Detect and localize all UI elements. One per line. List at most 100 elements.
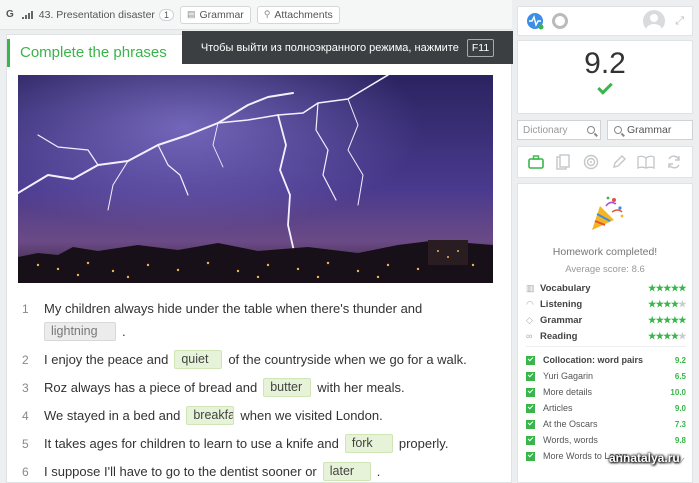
divider — [526, 346, 686, 347]
briefcase-icon[interactable] — [527, 153, 545, 171]
pulse-icon[interactable] — [526, 12, 544, 30]
refresh-icon[interactable] — [665, 153, 683, 171]
checkbox-checked-icon — [526, 355, 535, 365]
grad-cap-icon: ◇ — [526, 314, 533, 325]
skill-row: ◇ Grammar ★★★★★ — [526, 313, 686, 327]
skill-stars: ★★★★★ — [648, 314, 686, 325]
exercise-item: 6 I suppose I'll have to go to the denti… — [22, 462, 380, 481]
skill-stars: ★★★★★ — [648, 330, 686, 341]
book-icon[interactable] — [637, 153, 656, 171]
exercise-item: 1 My children always hide under the tabl… — [22, 301, 422, 316]
task-score: 7.3 — [674, 419, 686, 429]
site-watermark: annatalya.ru — [609, 451, 680, 465]
homework-panel: Homework completed! Average score: 8.6 ▥… — [517, 183, 693, 483]
lesson-title: 43. Presentation disaster — [38, 8, 155, 21]
average-score: Average score: 8.6 — [565, 264, 645, 275]
item-text-after: . — [122, 324, 126, 339]
item-number: 6 — [22, 464, 29, 479]
item-text-before: It takes ages for children to learn to u… — [44, 436, 339, 451]
signal-icon — [21, 10, 33, 19]
task-row[interactable]: At the Oscars 7.3 — [526, 417, 686, 431]
network-label: G — [6, 9, 14, 20]
task-row[interactable]: More details 10.0 — [526, 385, 686, 399]
pencil-icon[interactable] — [610, 153, 628, 171]
item-number: 2 — [22, 352, 29, 367]
skill-row: ▥ Vocabulary ★★★★★ — [526, 281, 686, 295]
item-number: 4 — [22, 408, 29, 423]
item-text-before: My children always hide under the table … — [44, 301, 423, 316]
grammar-button[interactable]: ▤ Grammar — [179, 5, 251, 24]
lightning-photo — [18, 75, 493, 283]
search-row: Dictionary Grammar — [517, 120, 693, 140]
answer-gap[interactable]: breakfa — [186, 406, 235, 425]
checkbox-checked-icon — [526, 403, 535, 413]
task-name: At the Oscars — [543, 419, 598, 429]
item-text-before: I enjoy the peace and — [44, 352, 169, 367]
task-name: More details — [543, 387, 593, 397]
check-icon — [597, 79, 613, 95]
party-popper-icon — [586, 194, 626, 234]
exercise-item: 3 Roz always has a piece of bread and bu… — [22, 378, 405, 397]
lesson-count-badge: 1 — [158, 8, 174, 21]
checkbox-checked-icon — [526, 435, 535, 445]
homework-completed-title: Homework completed! — [552, 246, 658, 258]
task-score: 9.2 — [674, 355, 686, 365]
dictionary-placeholder: Dictionary — [523, 124, 568, 136]
lesson-score: 9.2 — [584, 47, 626, 80]
tools-row — [517, 146, 693, 178]
task-row[interactable]: Words, words 9.8 — [526, 433, 686, 447]
item-number: 3 — [22, 380, 29, 395]
answer-gap[interactable]: later — [322, 462, 371, 481]
fullscreen-tooltip: Чтобы выйти из полноэкранного режима, на… — [182, 31, 513, 64]
skill-row: ∞ Reading ★★★★★ — [526, 329, 686, 343]
item-text-after: properly. — [398, 436, 449, 451]
task-name: Articles — [543, 403, 573, 413]
lifebuoy-icon[interactable] — [552, 13, 568, 29]
item-number: 5 — [22, 436, 29, 451]
grammar-button-label: Grammar — [199, 8, 244, 21]
grammar-search-button[interactable]: Grammar — [607, 120, 693, 140]
lesson-topbar: G 43. Presentation disaster 1 ▤ Grammar … — [0, 0, 512, 30]
paperclip-icon: ⚲ — [263, 9, 271, 19]
lesson-selector[interactable]: 43. Presentation disaster 1 — [38, 8, 174, 21]
task-row[interactable]: Articles 9.0 — [526, 401, 686, 415]
skill-name: Grammar — [540, 314, 583, 326]
attachments-button-label: Attachments — [274, 8, 333, 21]
score-panel: 9.2 — [517, 40, 693, 114]
item-text-after: of the countryside when we go for a walk… — [228, 352, 467, 367]
chevron-down-icon[interactable]: ✓ — [678, 456, 686, 467]
answer-gap[interactable]: lightning — [44, 322, 116, 341]
pages-icon[interactable] — [554, 153, 572, 171]
task-row[interactable]: Yuri Gagarin 6.5 — [526, 369, 686, 383]
answer-gap[interactable]: fork — [344, 434, 393, 453]
grammar-search-label: Grammar — [627, 124, 672, 136]
checkbox-checked-icon — [526, 451, 535, 461]
item-text-after: . — [376, 464, 381, 479]
exercise-item: 2 I enjoy the peace and quiet of the cou… — [22, 350, 467, 369]
glasses-icon: ∞ — [526, 331, 533, 341]
checkbox-checked-icon — [526, 387, 535, 397]
task-score: 10.0 — [670, 387, 686, 397]
skill-name: Reading — [540, 330, 578, 342]
expand-icon[interactable]: ⤢ — [675, 15, 684, 28]
task-score: 9.0 — [674, 403, 686, 413]
dictionary-search-input[interactable]: Dictionary — [517, 120, 601, 140]
answer-gap[interactable]: butter — [263, 378, 312, 397]
task-score: 6.5 — [674, 371, 686, 381]
section-title: Complete the phrases — [7, 39, 167, 67]
checkbox-checked-icon — [526, 419, 535, 429]
user-toolbar: ⤢ — [517, 6, 693, 36]
skill-name: Vocabulary — [540, 282, 591, 294]
task-name: Collocation: word pairs — [543, 355, 644, 365]
task-score: 9.8 — [674, 435, 686, 445]
target-icon[interactable] — [582, 153, 600, 171]
exercise-item: 4 We stayed in a bed and breakfa when we… — [22, 406, 383, 425]
item-text-after: when we visited London. — [240, 408, 383, 423]
exercise-card: Complete the phrases 1 My children alway… — [6, 34, 512, 483]
answer-gap[interactable]: quiet — [174, 350, 223, 369]
attachments-button[interactable]: ⚲ Attachments — [256, 5, 340, 24]
task-row[interactable]: Collocation: word pairs 9.2 — [526, 353, 686, 367]
avatar[interactable] — [643, 10, 666, 32]
skill-stars: ★★★★★ — [648, 282, 686, 293]
item-text-before: I suppose I'll have to go to the dentist… — [44, 464, 317, 479]
